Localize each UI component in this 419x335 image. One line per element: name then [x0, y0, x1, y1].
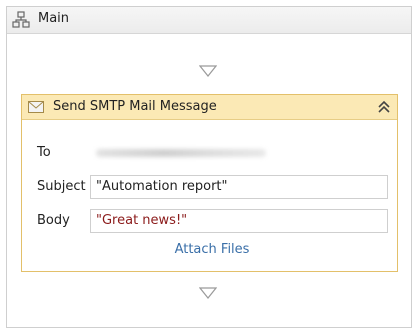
double-chevron-up-icon[interactable]: [377, 100, 391, 114]
to-label: To: [37, 145, 51, 160]
sequence-title: Main: [38, 11, 70, 26]
body-label: Body: [37, 213, 70, 228]
subject-label: Subject: [37, 179, 86, 194]
redacted-email: [96, 149, 266, 157]
drop-target-arrow-icon[interactable]: [199, 65, 217, 77]
sequence-container[interactable]: Main Send SMTP Mail Message To Subject "…: [6, 6, 412, 328]
activity-header[interactable]: Send SMTP Mail Message: [22, 95, 397, 120]
send-smtp-activity[interactable]: Send SMTP Mail Message To Subject "Autom…: [21, 94, 398, 272]
activity-title: Send SMTP Mail Message: [53, 99, 217, 114]
body-field[interactable]: "Great news!": [90, 209, 388, 233]
envelope-icon: [28, 101, 44, 113]
to-field[interactable]: [90, 140, 388, 164]
drop-target-arrow-icon[interactable]: [199, 287, 217, 299]
subject-field[interactable]: "Automation report": [90, 175, 388, 199]
sequence-header[interactable]: Main: [7, 7, 411, 34]
attach-files-link[interactable]: Attach Files: [22, 242, 397, 257]
sequence-icon: [12, 11, 30, 28]
